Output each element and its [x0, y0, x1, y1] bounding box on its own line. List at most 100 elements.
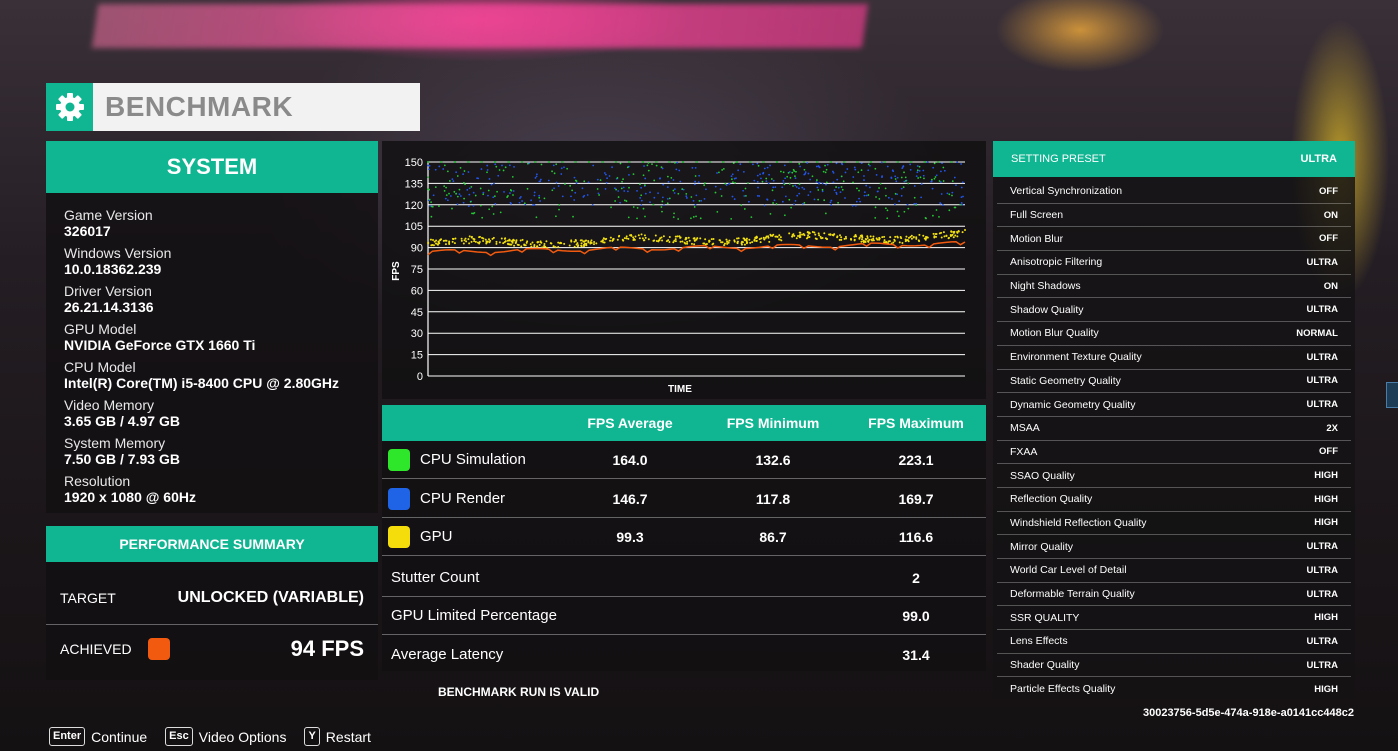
gpu-point	[883, 239, 886, 242]
cpu-render-point	[639, 197, 642, 199]
gpu-point	[723, 244, 726, 247]
gpu-point	[563, 242, 566, 245]
cpu-render-point	[955, 184, 957, 187]
cpu-render-point	[501, 164, 503, 167]
footer-action-video-options[interactable]: Esc Video Options	[165, 727, 286, 746]
setting-value: HIGH	[1314, 493, 1338, 505]
cpu-render-point	[781, 200, 784, 203]
overlay-edge-icon[interactable]	[1386, 382, 1398, 408]
gpu-point	[957, 230, 960, 233]
gpu-point	[632, 238, 635, 241]
cpu-render-point	[913, 202, 916, 205]
cpu-simulation-point	[661, 200, 664, 203]
cpu-render-point	[961, 203, 964, 206]
setting-row: World Car Level of Detail ULTRA	[997, 559, 1351, 583]
cpu-simulation-point	[598, 194, 601, 196]
cpu-render-point	[909, 168, 912, 171]
system-info-item: GPU Model NVIDIA GeForce GTX 1660 Ti	[64, 321, 360, 353]
gpu-point	[702, 242, 705, 245]
cpu-render-point	[553, 187, 555, 190]
gpu-point	[623, 237, 626, 240]
cpu-render-point	[661, 196, 664, 199]
cpu-simulation-point	[427, 161, 429, 163]
chart-y-tick-label: 150	[405, 157, 423, 169]
cpu-render-point	[662, 183, 665, 186]
gpu-point	[743, 237, 746, 240]
cpu-render-point	[900, 194, 903, 197]
cpu-simulation-point	[856, 161, 859, 163]
cpu-simulation-point	[673, 161, 676, 164]
gpu-point	[509, 243, 512, 246]
cpu-simulation-point	[540, 163, 543, 166]
gpu-point	[806, 236, 809, 239]
cpu-simulation-point	[886, 209, 889, 212]
gpu-point	[867, 240, 870, 243]
cpu-simulation-point	[791, 171, 794, 174]
gpu-point	[932, 232, 935, 235]
cpu-render-point	[438, 165, 441, 168]
gpu-point	[478, 242, 481, 245]
gpu-point	[818, 234, 821, 237]
cpu-simulation-point	[551, 189, 554, 192]
cpu-render-point	[705, 188, 707, 191]
cpu-render-point	[560, 173, 563, 175]
gpu-point	[632, 236, 635, 239]
cpu-simulation-point	[596, 188, 599, 190]
achieved-color-swatch	[147, 637, 170, 660]
gpu-point	[704, 238, 707, 241]
system-info-label: Driver Version	[64, 283, 152, 299]
cpu-render-point	[946, 192, 949, 195]
cpu-simulation-point	[903, 171, 905, 174]
cpu-render-point	[922, 174, 925, 177]
gpu-point	[910, 237, 913, 240]
gpu-point	[439, 239, 442, 242]
gpu-point	[474, 240, 477, 243]
cpu-simulation-point	[644, 184, 646, 187]
gpu-point	[950, 230, 953, 233]
gpu-point	[451, 240, 454, 243]
cpu-simulation-point	[617, 196, 620, 198]
cpu-render-point	[807, 172, 810, 175]
cpu-render-point	[575, 182, 578, 184]
setting-value: ON	[1323, 280, 1338, 292]
cpu-render-point	[830, 199, 833, 202]
gpu-point	[519, 239, 522, 242]
gpu-point	[869, 235, 872, 238]
cpu-render-point	[865, 184, 868, 187]
setting-row: Vertical Synchronization OFF	[997, 180, 1351, 204]
cpu-simulation-point	[750, 216, 753, 219]
gpu-point	[687, 236, 690, 239]
cpu-render-point	[653, 196, 656, 199]
gpu-point	[838, 234, 841, 237]
cpu-simulation-point	[666, 202, 669, 205]
gpu-point	[625, 235, 628, 238]
gpu-point	[872, 239, 875, 242]
cpu-simulation-point	[652, 203, 655, 206]
gpu-point	[853, 238, 856, 241]
cpu-simulation-point	[438, 205, 440, 208]
system-info-label: GPU Model	[64, 321, 137, 337]
cpu-simulation-point	[722, 168, 725, 170]
gpu-point	[803, 234, 806, 237]
cpu-simulation-point	[616, 177, 619, 179]
cpu-render-point	[918, 169, 921, 172]
cpu-simulation-point	[443, 185, 446, 188]
footer-action-continue[interactable]: Enter Continue	[49, 727, 147, 746]
cpu-simulation-point	[614, 161, 617, 163]
cpu-simulation-point	[782, 171, 785, 174]
footer-action-restart[interactable]: Y Restart	[304, 727, 371, 746]
gpu-point	[871, 239, 874, 242]
cpu-render-point	[617, 190, 620, 192]
cpu-simulation-point	[434, 186, 437, 189]
setting-label: Shader Quality	[1010, 659, 1080, 672]
gpu-point	[529, 243, 532, 246]
cpu-render-point	[869, 186, 871, 189]
cpu-simulation-point	[534, 161, 537, 163]
setting-row: Shadow Quality ULTRA	[997, 298, 1351, 323]
cpu-render-point	[794, 184, 797, 187]
cpu-simulation-point	[769, 212, 772, 215]
gpu-point	[473, 240, 476, 243]
gpu-point	[813, 231, 816, 234]
setting-value: 2X	[1326, 422, 1338, 434]
gpu-point	[667, 239, 670, 242]
